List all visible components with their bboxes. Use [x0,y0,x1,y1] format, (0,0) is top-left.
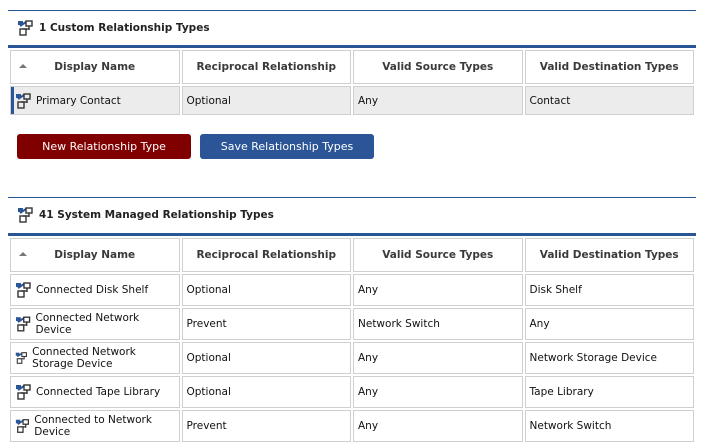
relationship-icon [15,316,31,332]
system-title-text: 41 System Managed Relationship Types [39,209,274,221]
system-section-title: 41 System Managed Relationship Types [17,207,274,223]
custom-section-title: 1 Custom Relationship Types [17,20,210,36]
reciprocal: Prevent [181,308,351,340]
col-source[interactable]: Valid Source Types [353,238,523,272]
relationship-icon [15,350,27,366]
destination-types: Disk Shelf [524,274,694,306]
destination-types: Network Switch [524,410,694,442]
relationship-icon [17,207,33,223]
table-header: Display Name Reciprocal Relationship Val… [10,50,694,84]
section-divider [8,197,696,198]
col-destination[interactable]: Valid Destination Types [524,50,694,84]
table-header: Display Name Reciprocal Relationship Val… [10,238,694,272]
table-row[interactable]: Connected to Network Device Prevent Any … [10,410,694,442]
relationship-icon [15,93,31,109]
destination-types: Tape Library [524,376,694,408]
table-row[interactable]: Connected Tape Library Optional Any Tape… [10,376,694,408]
destination-types: Contact [524,86,694,115]
source-types: Network Switch [353,308,523,340]
source-types: Any [353,342,523,374]
display-name[interactable]: Connected Tape Library [36,386,160,398]
display-name[interactable]: Connected Disk Shelf [36,284,148,296]
new-relationship-type-button[interactable]: New Relationship Type [17,134,191,159]
col-display-name[interactable]: Display Name [10,238,180,272]
col-reciprocal[interactable]: Reciprocal Relationship [181,50,351,84]
relationship-icon [15,418,29,434]
sort-asc-icon [19,64,27,68]
source-types: Any [353,274,523,306]
source-types: Any [353,376,523,408]
display-name[interactable]: Connected Network Device [36,312,175,336]
table-row[interactable]: Connected Network Device Prevent Network… [10,308,694,340]
table-row[interactable]: Connected Network Storage Device Optiona… [10,342,694,374]
table-row[interactable]: Primary Contact Optional Any Contact [10,86,694,115]
col-destination[interactable]: Valid Destination Types [524,238,694,272]
relationship-icon [17,20,33,36]
relationship-icon [15,282,31,298]
section-divider [8,10,696,11]
system-relationships-table: Display Name Reciprocal Relationship Val… [8,233,696,444]
custom-title-text: 1 Custom Relationship Types [39,22,210,34]
col-source[interactable]: Valid Source Types [353,50,523,84]
source-types: Any [353,410,523,442]
reciprocal: Optional [181,376,351,408]
destination-types: Network Storage Device [524,342,694,374]
custom-relationships-table: Display Name Reciprocal Relationship Val… [8,45,696,117]
source-types: Any [353,86,523,115]
destination-types: Any [524,308,694,340]
table-row[interactable]: Connected Disk Shelf Optional Any Disk S… [10,274,694,306]
display-name[interactable]: Connected Network Storage Device [32,346,174,370]
display-name[interactable]: Primary Contact [36,95,121,107]
reciprocal: Prevent [181,410,351,442]
relationship-icon [15,384,31,400]
col-display-name[interactable]: Display Name [10,50,180,84]
save-relationship-types-button[interactable]: Save Relationship Types [200,134,374,159]
display-name[interactable]: Connected to Network Device [34,414,174,438]
reciprocal: Optional [181,274,351,306]
sort-asc-icon [19,252,27,256]
col-reciprocal[interactable]: Reciprocal Relationship [181,238,351,272]
reciprocal: Optional [181,86,351,115]
reciprocal: Optional [181,342,351,374]
